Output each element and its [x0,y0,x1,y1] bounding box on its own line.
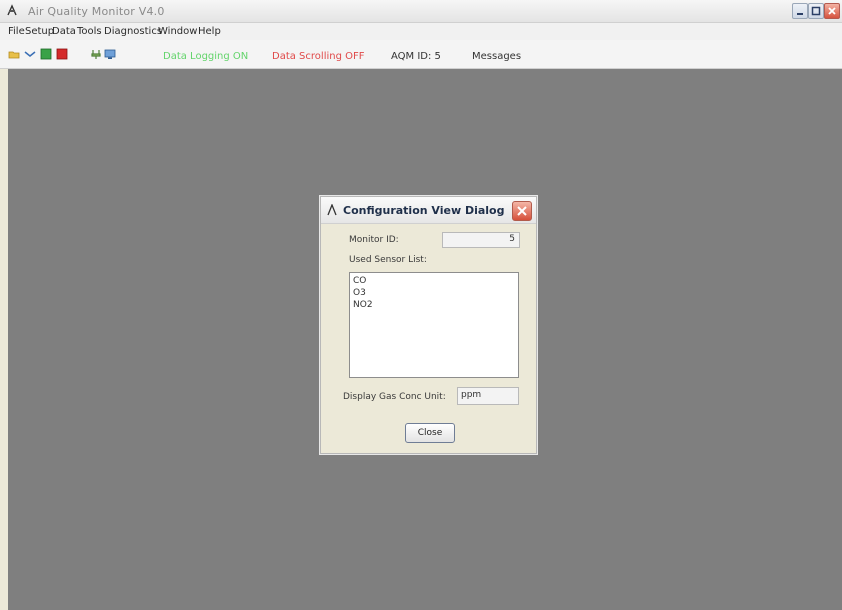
window-title: Air Quality Monitor V4.0 [28,5,165,18]
dialog-app-icon [327,204,337,216]
plug-icon[interactable] [90,48,102,60]
menu-window[interactable]: Window [158,26,197,37]
minimize-icon [797,13,803,15]
status-data-logging: Data Logging ON [163,51,249,62]
sensor-listbox[interactable]: CO O3 NO2 [349,272,519,378]
app-icon [7,4,17,16]
menu-setup[interactable]: Setup [25,26,54,37]
close-icon [828,7,836,15]
list-item[interactable]: CO [353,276,366,286]
configuration-view-dialog: Configuration View Dialog Monitor ID: 5 … [320,196,537,454]
status-aqm-id: AQM ID: 5 [391,51,441,62]
status-data-scrolling: Data Scrolling OFF [272,51,365,62]
close-dialog-button[interactable]: Close [405,423,455,443]
dialog-title-bar[interactable]: Configuration View Dialog [321,197,536,224]
display-unit-label: Display Gas Conc Unit: [343,392,446,402]
left-border [0,69,8,610]
minimize-button[interactable] [792,3,808,19]
status-messages: Messages [472,51,522,62]
monitor-id-label: Monitor ID: [349,235,399,245]
folder-icon[interactable] [8,48,20,60]
title-bar: Air Quality Monitor V4.0 [0,0,842,23]
monitor-id-field: 5 [442,232,520,248]
display-unit-field: ppm [457,387,519,405]
menu-bar: File Setup Data Tools Diagnostics Window… [0,23,842,40]
dialog-title: Configuration View Dialog [343,204,505,217]
chevron-down-icon[interactable] [24,48,36,60]
list-item[interactable]: O3 [353,288,366,298]
display-unit-value: ppm [461,390,482,400]
green-square-icon[interactable] [40,48,52,60]
maximize-button[interactable] [808,3,824,19]
app-window: Air Quality Monitor V4.0 File Setup Data… [0,0,842,610]
menu-help[interactable]: Help [198,26,221,37]
menu-file[interactable]: File [8,26,25,37]
close-icon [517,206,527,216]
monitor-icon[interactable] [104,48,116,60]
dialog-close-button[interactable] [512,201,532,221]
toolbar: Data Logging ON Data Scrolling OFF AQM I… [0,40,842,69]
red-square-icon[interactable] [56,48,68,60]
menu-data[interactable]: Data [52,26,76,37]
close-button[interactable] [824,3,840,19]
menu-tools[interactable]: Tools [77,26,102,37]
menu-diagnostics[interactable]: Diagnostics [104,26,162,37]
used-sensor-list-label: Used Sensor List: [349,255,427,265]
list-item[interactable]: NO2 [353,300,373,310]
maximize-icon [811,6,821,16]
monitor-id-value: 5 [509,234,515,244]
